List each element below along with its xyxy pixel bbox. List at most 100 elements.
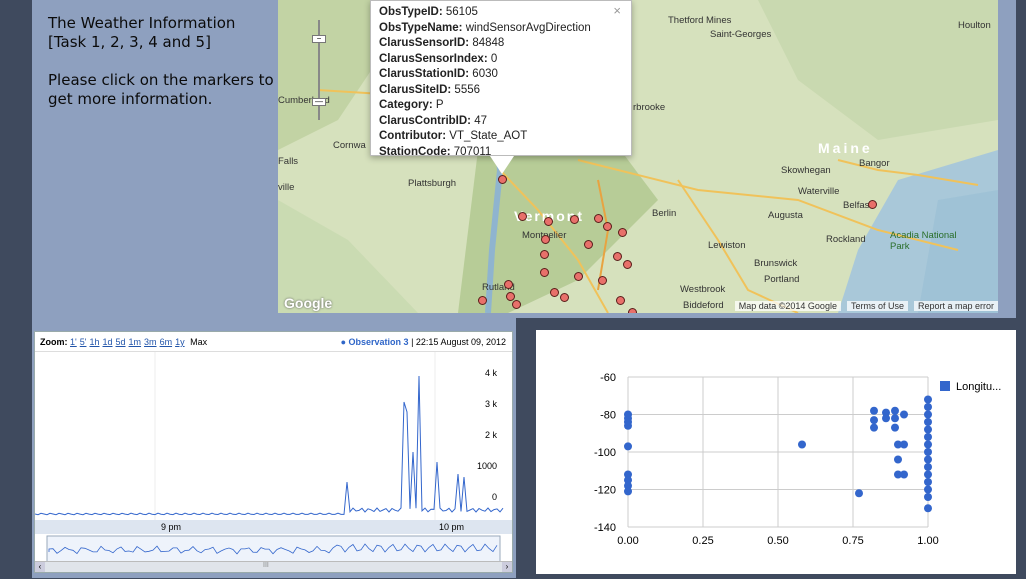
scatter-point[interactable]: [624, 487, 632, 496]
scatter-point[interactable]: [891, 423, 899, 432]
scatter-chart[interactable]: -60 -80 -100 -120 -1400.00 0.25 0.50 0.75 1.00 Lo…: [536, 330, 1016, 574]
station-marker[interactable]: [868, 200, 877, 209]
scatter-point[interactable]: [924, 463, 932, 471]
zoom-option[interactable]: 5': [80, 337, 87, 347]
zoom-option[interactable]: 1h: [89, 337, 99, 347]
scatter-point[interactable]: [798, 440, 806, 449]
scatter-point[interactable]: [924, 448, 932, 456]
station-marker[interactable]: [603, 222, 612, 231]
map-zoom-control[interactable]: − —: [312, 20, 326, 120]
scroll-right-icon[interactable]: ›: [502, 562, 512, 572]
scatter-point[interactable]: [900, 470, 908, 479]
zoom-option[interactable]: 1y: [175, 337, 185, 347]
station-marker[interactable]: [570, 215, 579, 224]
station-marker[interactable]: [541, 235, 550, 244]
zoom-option[interactable]: 5d: [116, 337, 126, 347]
scatter-point[interactable]: [870, 406, 878, 415]
station-marker[interactable]: [623, 260, 632, 269]
x-tick-label: 0.75: [842, 535, 863, 547]
scatter-point[interactable]: [870, 423, 878, 432]
zoom-in-icon[interactable]: −: [312, 35, 326, 43]
scatter-point[interactable]: [924, 410, 932, 419]
scatter-point[interactable]: [891, 406, 899, 415]
zoom-option[interactable]: 1': [70, 337, 77, 347]
map-label-houlton: Houlton: [958, 20, 991, 31]
zoom-option[interactable]: 6m: [160, 337, 173, 347]
popup-value: 47: [474, 114, 487, 127]
zoom-option[interactable]: 3m: [144, 337, 157, 347]
time-series-chart[interactable]: Zoom: 1' 5' 1h 1d 5d 1m 3m 6m 1y Max ● Observati…: [34, 331, 513, 573]
map-label-cornwall: Cornwa: [333, 140, 366, 151]
legend-label: Longitu...: [956, 381, 1001, 393]
scatter-point[interactable]: [924, 504, 932, 513]
zoom-option[interactable]: 1d: [103, 337, 113, 347]
y-tick-label: 0: [492, 492, 497, 502]
scroll-left-icon[interactable]: ‹: [35, 562, 45, 572]
scatter-point[interactable]: [924, 455, 932, 464]
chart-scrollbar[interactable]: ‹ III ›: [35, 561, 512, 572]
popup-value: 84848: [472, 37, 505, 49]
station-marker[interactable]: [574, 272, 583, 281]
scatter-point[interactable]: [900, 440, 908, 449]
close-icon[interactable]: ×: [613, 3, 621, 19]
scatter-point[interactable]: [924, 478, 932, 486]
popup-key: StationCode:: [379, 145, 451, 158]
time-series-plot[interactable]: 4 k 3 k 2 k 1000 0 9 pm 10 pm: [35, 352, 512, 572]
scatter-point[interactable]: [624, 442, 632, 451]
station-marker[interactable]: [504, 280, 513, 289]
info-panel: The Weather Information [Task 1, 2, 3, 4…: [48, 14, 276, 128]
popup-value: VT_State_AOT: [449, 130, 528, 142]
station-marker[interactable]: [498, 175, 507, 184]
scroll-grip[interactable]: III: [263, 562, 269, 569]
station-marker[interactable]: [584, 240, 593, 249]
zoom-slider-handle[interactable]: —: [312, 98, 326, 106]
popup-tail: [490, 156, 514, 174]
station-marker[interactable]: [598, 276, 607, 285]
popup-value: windSensorAvgDirection: [465, 21, 591, 34]
station-marker[interactable]: [518, 212, 527, 221]
zoom-option[interactable]: 1m: [129, 337, 142, 347]
scatter-point[interactable]: [882, 414, 890, 423]
station-marker[interactable]: [540, 268, 549, 277]
terms-of-use-link[interactable]: Terms of Use: [846, 300, 908, 311]
map-label-waterville: Waterville: [798, 186, 840, 197]
popup-row: ObsTypeID: 56105: [379, 5, 623, 21]
popup-key: ClarusSiteID:: [379, 83, 452, 96]
popup-rows: ObsTypeID: 56105 ObsTypeName: windSensorA…: [379, 5, 623, 160]
scatter-point[interactable]: [894, 455, 902, 464]
scatter-point[interactable]: [924, 418, 932, 426]
scatter-point[interactable]: [624, 421, 632, 430]
scatter-point[interactable]: [924, 485, 932, 494]
zoom-max[interactable]: Max: [190, 337, 207, 347]
popup-value: P: [435, 99, 444, 111]
scatter-point[interactable]: [924, 433, 932, 441]
scatter-point[interactable]: [924, 493, 932, 501]
popup-row: ClarusSensorID: 84848: [379, 36, 623, 52]
x-tick-label: 1.00: [917, 535, 938, 547]
scatter-point[interactable]: [900, 410, 908, 419]
map-label-rockland: Rockland: [826, 234, 866, 245]
scatter-point[interactable]: [924, 403, 932, 411]
report-map-error-link[interactable]: Report a map error: [913, 300, 998, 311]
navigator[interactable]: [46, 535, 501, 563]
station-marker[interactable]: [550, 288, 559, 297]
station-marker[interactable]: [540, 250, 549, 259]
popup-key: ObsTypeID:: [379, 6, 443, 18]
scatter-point[interactable]: [924, 440, 932, 449]
station-marker[interactable]: [594, 214, 603, 223]
popup-key: Category:: [379, 99, 433, 111]
station-marker[interactable]: [618, 228, 627, 237]
legend-swatch: [940, 381, 950, 391]
map-label-lewiston: Lewiston: [708, 240, 746, 251]
station-marker[interactable]: [544, 217, 553, 226]
popup-row: ClarusContribID: 47: [379, 114, 623, 130]
scatter-point[interactable]: [855, 489, 863, 498]
scatter-point[interactable]: [924, 425, 932, 434]
scatter-point[interactable]: [924, 395, 932, 404]
scatter-point[interactable]: [924, 470, 932, 479]
scatter-point[interactable]: [891, 414, 899, 423]
map-label-portland: Portland: [764, 274, 800, 285]
scatter-point[interactable]: [870, 416, 878, 425]
y-tick-label: -140: [594, 522, 616, 534]
station-marker[interactable]: [613, 252, 622, 261]
